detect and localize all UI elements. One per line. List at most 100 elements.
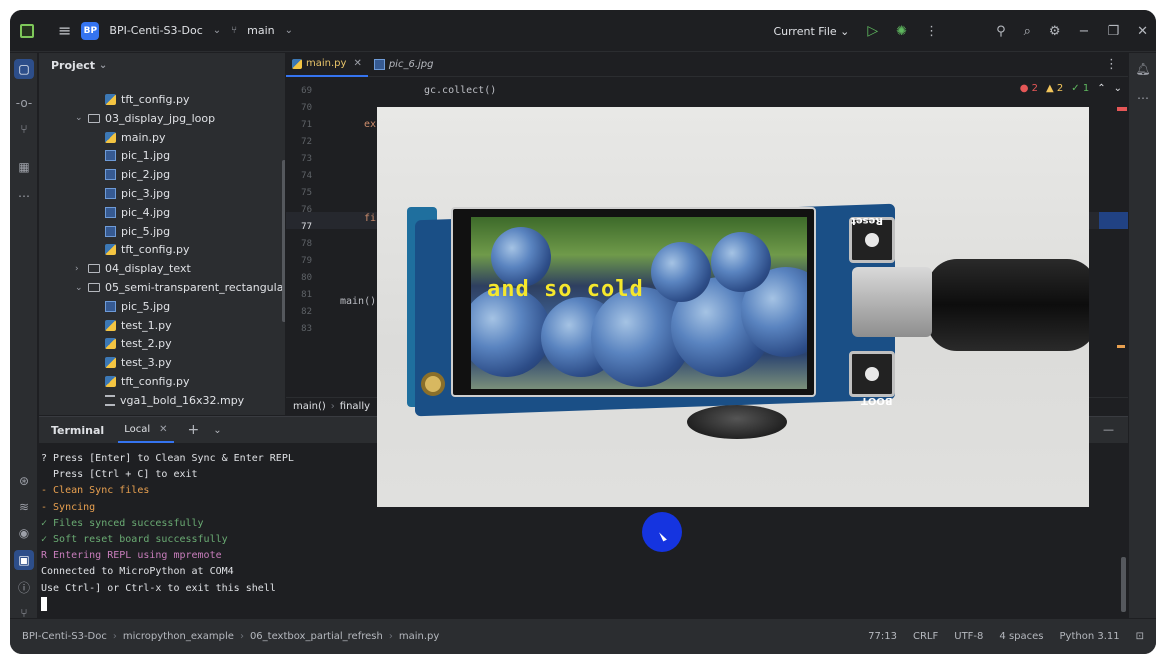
tree-file[interactable]: test_3.py bbox=[105, 353, 172, 372]
path-segment[interactable]: main.py bbox=[399, 631, 439, 642]
run-config-select[interactable]: Current File ⌄ bbox=[773, 25, 849, 38]
project-name[interactable]: BPI-Centi-S3-Doc bbox=[109, 24, 202, 37]
breadcrumb-block[interactable]: finally bbox=[340, 401, 370, 412]
usb-cable bbox=[927, 259, 1089, 351]
python-packages-icon[interactable]: ⊛ bbox=[14, 471, 34, 491]
chevron-up-icon[interactable]: ⌃ bbox=[1097, 83, 1105, 94]
tree-folder[interactable]: ⌄ 05_semi-transparent_rectangular_te bbox=[75, 278, 285, 297]
project-scrollbar[interactable] bbox=[282, 160, 285, 322]
tree-folder[interactable]: ⌄ 03_display_jpg_loop bbox=[75, 109, 215, 128]
button-cap bbox=[865, 367, 879, 381]
python-file-icon bbox=[105, 357, 116, 369]
code-line-82[interactable]: main() bbox=[340, 296, 376, 307]
project-tool-icon[interactable]: ▢ bbox=[14, 59, 34, 79]
tree-file[interactable]: pic_5.jpg bbox=[105, 297, 170, 316]
minimize-icon[interactable]: — bbox=[1103, 423, 1114, 436]
tree-item-label: test_1.py bbox=[121, 318, 172, 332]
chevron-down-icon[interactable]: ⌄ bbox=[99, 60, 107, 71]
tree-file[interactable]: test_1.py bbox=[105, 316, 172, 335]
tree-item-label: pic_2.jpg bbox=[121, 168, 171, 182]
restore-icon[interactable]: ❐ bbox=[1107, 24, 1119, 39]
python-file-icon bbox=[105, 244, 116, 256]
python-interpreter[interactable]: Python 3.11 bbox=[1060, 631, 1120, 642]
minimize-icon[interactable]: − bbox=[1079, 24, 1090, 39]
project-panel: Project ⌄ tft_config.py ⌄ 03_display_jpg_l… bbox=[39, 53, 285, 415]
image-file-icon bbox=[105, 225, 116, 237]
error-stripe-marker[interactable] bbox=[1117, 107, 1127, 111]
line-number: 73 bbox=[301, 154, 312, 164]
chevron-down-icon[interactable]: ⌄ bbox=[75, 283, 83, 293]
line-number: 79 bbox=[301, 256, 312, 266]
project-badge[interactable]: BP bbox=[81, 21, 100, 40]
more-horizontal-icon[interactable]: … bbox=[14, 183, 34, 203]
tab-pic-6-jpg[interactable]: pic_6.jpg bbox=[368, 53, 440, 77]
file-encoding[interactable]: UTF-8 bbox=[954, 631, 983, 642]
error-count-value: 2 bbox=[1031, 83, 1039, 94]
tree-file[interactable]: test_2.py bbox=[105, 334, 172, 353]
branch-name[interactable]: main bbox=[247, 24, 274, 37]
chevron-down-icon[interactable]: ⌄ bbox=[213, 25, 221, 36]
tree-file[interactable]: tft_config.py bbox=[105, 372, 189, 391]
tab-main-py[interactable]: main.py ✕ bbox=[286, 53, 368, 77]
commit-icon[interactable]: -o- bbox=[14, 93, 34, 113]
close-icon[interactable]: ✕ bbox=[1137, 24, 1148, 39]
chevron-down-icon[interactable]: ⌄ bbox=[75, 113, 83, 123]
warning-stripe-marker[interactable] bbox=[1117, 345, 1125, 348]
problems-icon[interactable]: ⓘ bbox=[14, 577, 34, 597]
terminal-tab-local[interactable]: Local ✕ bbox=[118, 417, 174, 443]
chevron-down-icon[interactable]: ⌄ bbox=[1114, 83, 1122, 94]
close-icon[interactable]: ✕ bbox=[159, 424, 167, 435]
tree-folder[interactable]: › 04_display_text bbox=[75, 259, 191, 278]
chevron-down-icon[interactable]: ⌄ bbox=[213, 425, 221, 436]
tree-file[interactable]: pic_4.jpg bbox=[105, 203, 170, 222]
tree-file[interactable]: pic_3.jpg bbox=[105, 184, 170, 203]
close-icon[interactable]: ✕ bbox=[353, 58, 361, 69]
indent-setting[interactable]: 4 spaces bbox=[999, 631, 1043, 642]
path-segment[interactable]: micropython_example bbox=[123, 631, 234, 642]
path-segment[interactable]: BPI-Centi-S3-Doc bbox=[22, 631, 107, 642]
services-icon[interactable]: ◉ bbox=[14, 523, 34, 543]
run-icon[interactable]: ▷ bbox=[867, 23, 878, 39]
line-number: 72 bbox=[301, 137, 312, 147]
inspection-widget[interactable]: ● 2 ▲ 2 ✓ 1 ⌃ ⌄ bbox=[1020, 83, 1122, 94]
tree-file[interactable]: vga1_bold_16x32.mpy bbox=[105, 391, 244, 410]
more-vertical-icon[interactable]: ⋮ bbox=[925, 24, 938, 39]
tree-file[interactable]: pic_1.jpg bbox=[105, 146, 170, 165]
plum-image bbox=[651, 242, 711, 302]
line-separator[interactable]: CRLF bbox=[913, 631, 938, 642]
new-terminal-icon[interactable]: + bbox=[188, 422, 200, 438]
line-number: 81 bbox=[301, 290, 312, 300]
project-panel-header[interactable]: Project ⌄ bbox=[39, 53, 285, 77]
layers-icon[interactable]: ≋ bbox=[14, 497, 34, 517]
app-logo-icon[interactable] bbox=[20, 23, 34, 38]
more-vertical-icon[interactable]: ⋮ bbox=[1105, 57, 1118, 72]
chevron-down-icon[interactable]: ⌄ bbox=[285, 25, 293, 36]
lock-icon[interactable]: ⊡ bbox=[1136, 631, 1144, 642]
path-breadcrumb: BPI-Centi-S3-Doc › micropython_example › 06_… bbox=[10, 631, 439, 642]
tree-file[interactable]: tft_config.py bbox=[105, 240, 189, 259]
caret-position[interactable]: 77:13 bbox=[868, 631, 897, 642]
tree-file[interactable]: tft_config.py bbox=[105, 90, 189, 109]
structure-icon[interactable]: ▦ bbox=[14, 157, 34, 177]
silkscreen-reset: Reset bbox=[851, 215, 883, 226]
gear-icon[interactable]: ⚙ bbox=[1049, 24, 1061, 39]
python-file-icon bbox=[105, 131, 116, 143]
button-cap bbox=[865, 233, 879, 247]
account-icon[interactable]: ⚲ bbox=[996, 24, 1006, 39]
terminal-scrollbar[interactable] bbox=[1121, 557, 1126, 612]
code-line-69[interactable]: gc.collect() bbox=[424, 85, 496, 96]
tree-file[interactable]: pic_2.jpg bbox=[105, 165, 170, 184]
chevron-right-icon[interactable]: › bbox=[75, 264, 83, 274]
notifications-icon[interactable]: 🔔︎ bbox=[1133, 59, 1153, 79]
terminal-icon[interactable]: ▣ bbox=[14, 550, 34, 570]
debug-icon[interactable]: ✺ bbox=[896, 24, 907, 39]
search-icon[interactable]: ⌕ bbox=[1024, 24, 1031, 39]
breadcrumb-function[interactable]: main() bbox=[293, 401, 326, 412]
tree-file[interactable]: main.py bbox=[105, 128, 165, 147]
tree-file[interactable]: pic_5.jpg bbox=[105, 222, 170, 241]
main-menu-icon[interactable]: ≡ bbox=[58, 21, 71, 40]
more-horizontal-icon[interactable]: … bbox=[1133, 85, 1153, 105]
terminal-line: Connected to MicroPython at COM4 bbox=[41, 566, 234, 578]
pull-requests-icon[interactable]: ⑂ bbox=[14, 119, 34, 139]
path-segment[interactable]: 06_textbox_partial_refresh bbox=[250, 631, 383, 642]
